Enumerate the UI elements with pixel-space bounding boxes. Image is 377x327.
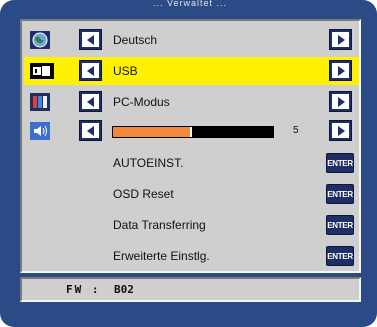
osd-reset-label: OSD Reset bbox=[113, 187, 174, 201]
input-value: USB bbox=[113, 64, 138, 78]
menu-row-osd-reset[interactable]: OSD Reset ENTER bbox=[24, 180, 359, 208]
language-value: Deutsch bbox=[113, 33, 158, 47]
mode-prev-button[interactable] bbox=[79, 91, 102, 112]
advanced-enter-button[interactable]: ENTER bbox=[326, 246, 354, 266]
firmware-bar: FW : B02 bbox=[20, 277, 361, 302]
osd-header: ... Verwaltet ... bbox=[152, 0, 228, 8]
menu-panel: Deutsch USB PC-Modus 5 AUTOEINST. ENTER … bbox=[20, 19, 361, 273]
advanced-settings-label: Erweiterte Einstlg. bbox=[113, 249, 210, 263]
usb-plug-icon bbox=[30, 62, 54, 80]
speaker-icon bbox=[30, 122, 50, 140]
auto-adjust-label: AUTOEINST. bbox=[113, 156, 184, 170]
mode-next-button[interactable] bbox=[329, 91, 352, 112]
language-prev-button[interactable] bbox=[79, 29, 102, 50]
menu-row-advanced[interactable]: Erweiterte Einstlg. ENTER bbox=[24, 242, 359, 270]
input-next-button[interactable] bbox=[329, 60, 352, 81]
globe-icon bbox=[30, 31, 50, 49]
menu-row-input[interactable]: USB bbox=[24, 57, 359, 85]
volume-up-button[interactable] bbox=[329, 120, 352, 141]
mode-value: PC-Modus bbox=[113, 95, 170, 109]
menu-row-volume[interactable]: 5 bbox=[24, 117, 359, 145]
language-next-button[interactable] bbox=[329, 29, 352, 50]
volume-down-button[interactable] bbox=[79, 120, 102, 141]
firmware-version: B02 bbox=[114, 283, 134, 296]
auto-adjust-enter-button[interactable]: ENTER bbox=[326, 153, 354, 173]
menu-row-mode[interactable]: PC-Modus bbox=[24, 88, 359, 116]
data-transfer-label: Data Transferring bbox=[113, 218, 206, 232]
volume-slider[interactable] bbox=[112, 126, 274, 138]
menu-row-data-transfer[interactable]: Data Transferring ENTER bbox=[24, 211, 359, 239]
osd-window: ... Verwaltet ... Deutsch USB PC-Modus 5… bbox=[0, 0, 377, 327]
menu-row-language[interactable]: Deutsch bbox=[24, 26, 359, 54]
input-prev-button[interactable] bbox=[79, 60, 102, 81]
data-transfer-enter-button[interactable]: ENTER bbox=[326, 215, 354, 235]
video-mode-icon bbox=[30, 93, 50, 111]
osd-reset-enter-button[interactable]: ENTER bbox=[326, 184, 354, 204]
volume-value: 5 bbox=[293, 125, 299, 136]
menu-row-auto-adjust[interactable]: AUTOEINST. ENTER bbox=[24, 149, 359, 177]
firmware-label: FW : bbox=[66, 283, 101, 296]
volume-slider-fill bbox=[113, 127, 192, 137]
